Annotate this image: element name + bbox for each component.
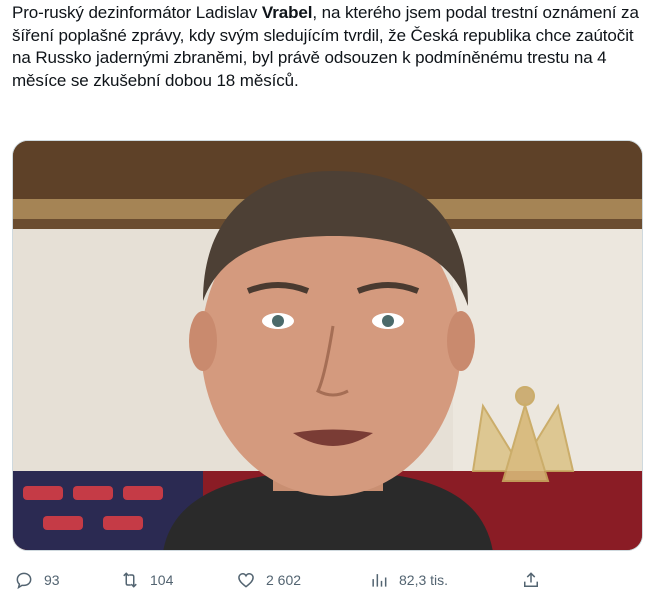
repost-count: 104 [150,572,174,588]
tweet-text: Pro-ruský dezinformátor Ladislav Vrabel,… [12,2,642,92]
like-count: 2 602 [266,572,302,588]
reply-icon [16,572,32,590]
like-button[interactable]: 2 602 [236,566,301,594]
tweet-action-bar: 93 104 2 602 82,3 tis. [0,566,653,594]
tweet-media-video[interactable] [12,140,643,551]
reply-button[interactable]: 93 [14,566,60,594]
share-icon [524,572,538,587]
views-count: 82,3 tis. [399,572,449,588]
tweet-text-bold-name[interactable]: Vrabel [262,3,313,22]
views-button[interactable]: 82,3 tis. [369,566,448,594]
share-button[interactable] [521,566,541,594]
video-still-image [13,141,642,550]
tweet-text-start: Pro-ruský dezinformátor Ladislav [12,3,262,22]
repost-button[interactable]: 104 [120,566,173,594]
repost-icon [123,572,137,588]
reply-count: 93 [44,572,60,588]
views-icon [372,574,387,587]
like-icon [238,572,254,588]
